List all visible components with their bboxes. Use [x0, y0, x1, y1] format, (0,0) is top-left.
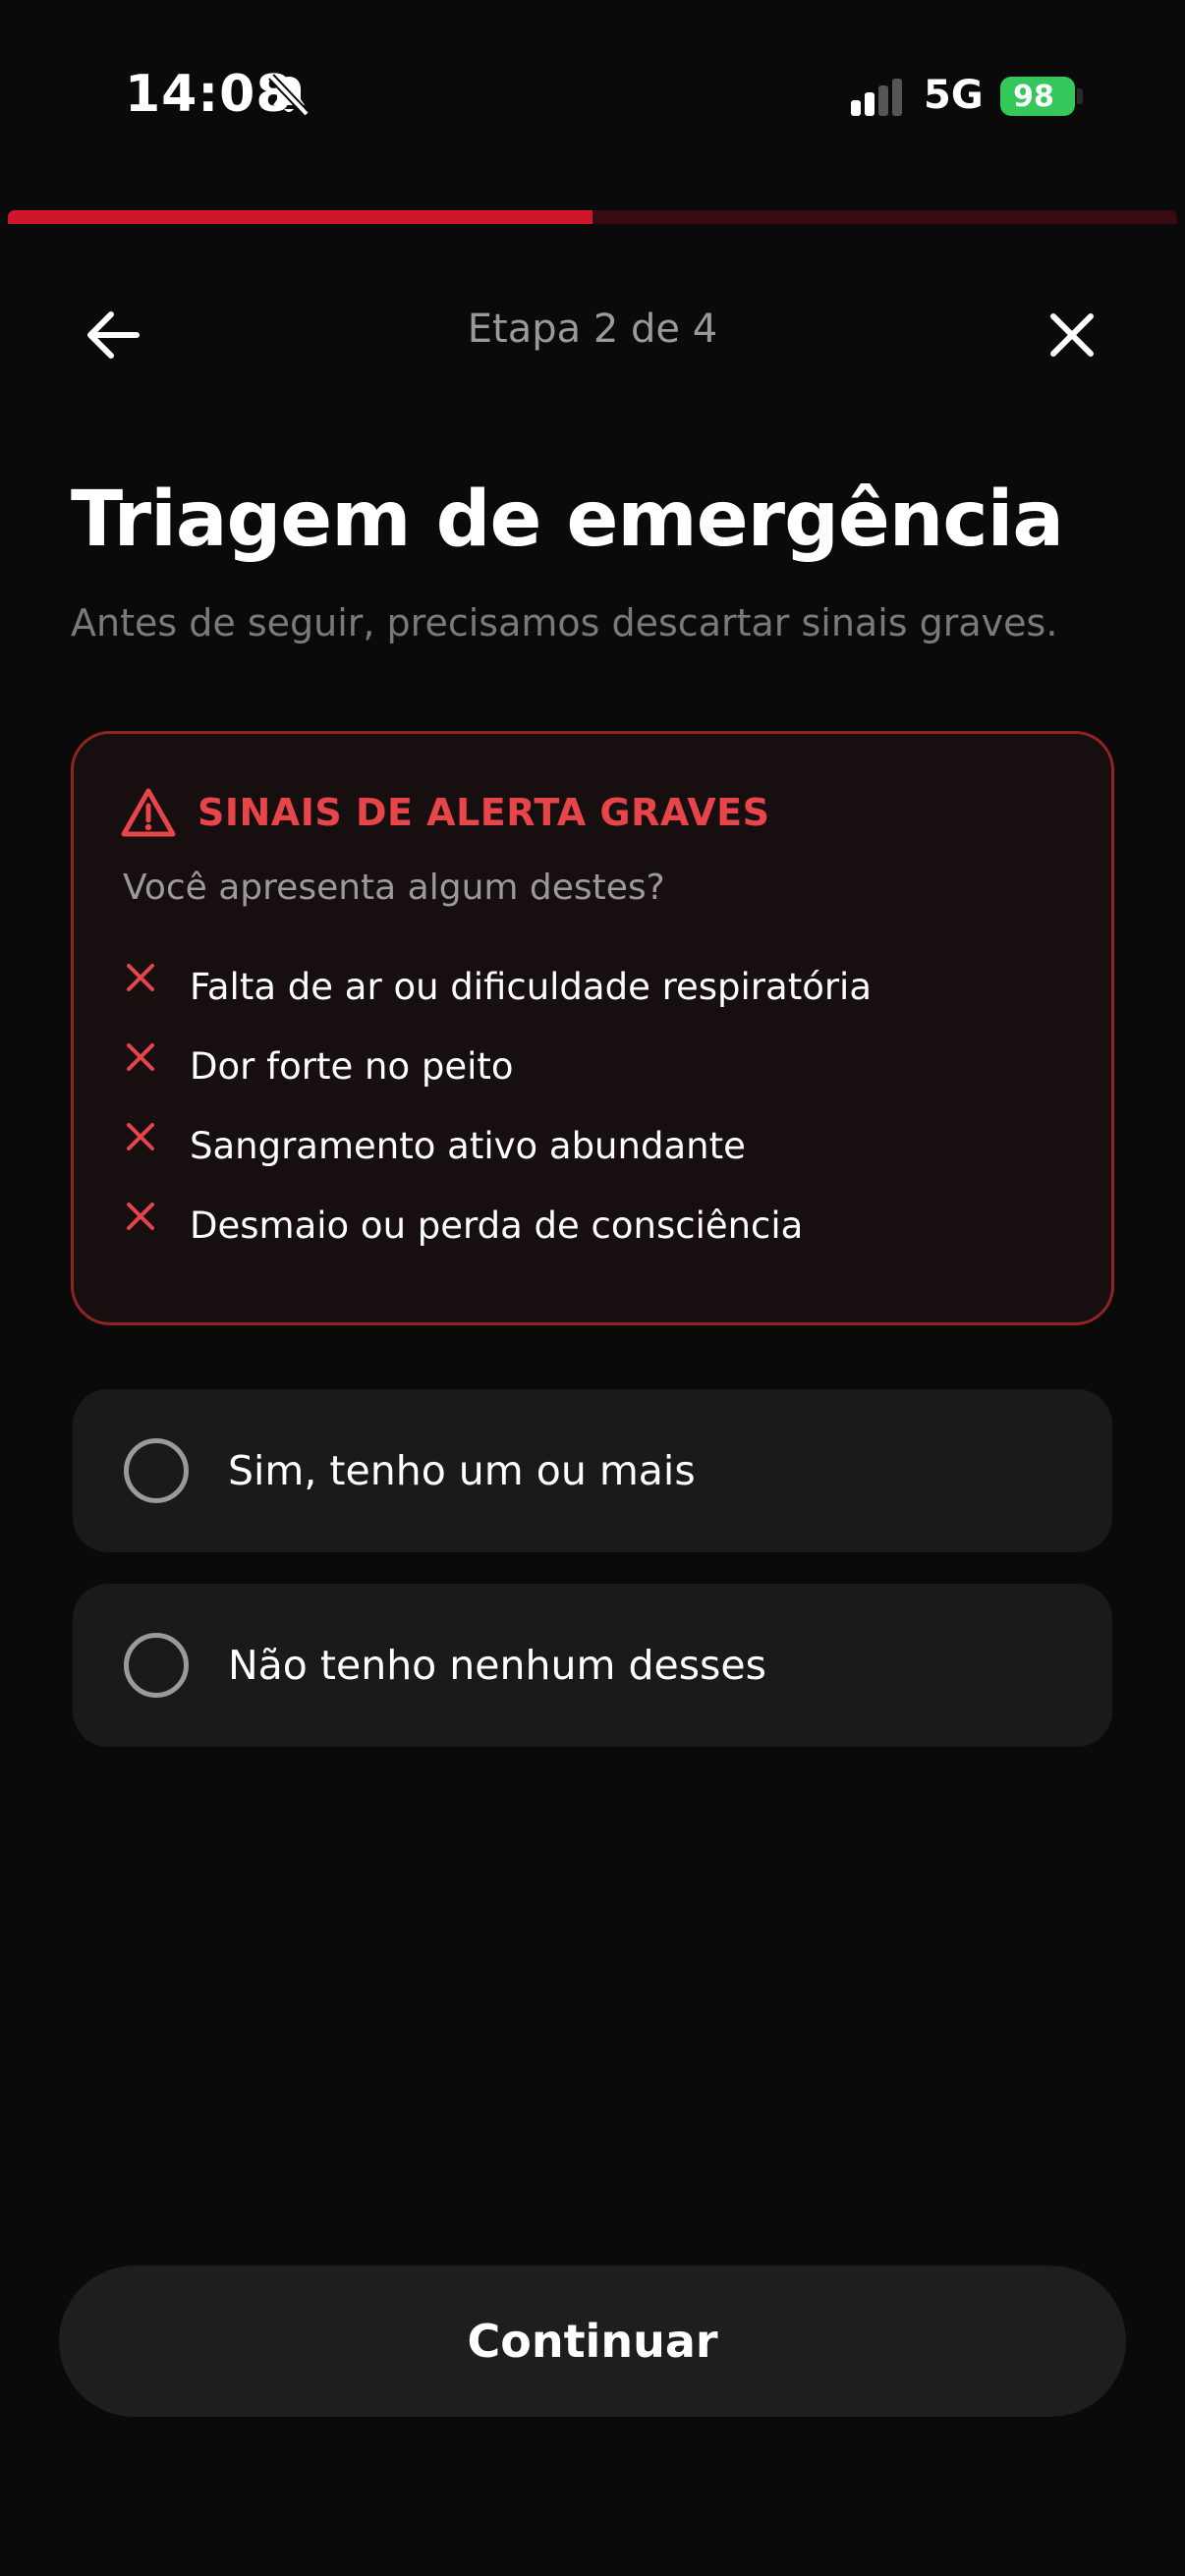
radio-button[interactable] [124, 1438, 189, 1503]
x-mark-icon [127, 963, 154, 991]
alert-title: SINAIS DE ALERTA GRAVES [198, 791, 770, 834]
option-label: Não tenho nenhum desses [228, 1642, 766, 1689]
x-mark-icon [127, 1122, 154, 1150]
warning-icon [121, 788, 176, 837]
bell-muted-icon [268, 74, 310, 117]
symptom-label: Dor forte no peito [190, 1045, 514, 1088]
progress-bar [8, 210, 1177, 224]
alert-header: SINAIS DE ALERTA GRAVES [121, 787, 769, 838]
radio-button[interactable] [124, 1633, 189, 1698]
x-mark-icon [127, 1202, 154, 1230]
signal-icon [851, 79, 902, 116]
symptom-item: Dor forte no peito [123, 1042, 514, 1088]
option-yes[interactable]: Sim, tenho um ou mais [73, 1389, 1112, 1552]
symptom-label: Desmaio ou perda de consciência [190, 1204, 804, 1247]
option-label: Sim, tenho um ou mais [228, 1447, 696, 1494]
continue-button[interactable]: Continuar [59, 2266, 1126, 2417]
network-label: 5G [924, 73, 984, 118]
page-title: Triagem de emergência [71, 476, 1064, 564]
progress-fill [8, 210, 592, 224]
step-label: Etapa 2 de 4 [467, 307, 718, 352]
screen: 14:08 5G 98 Etapa 2 de 4 Triagem de emer… [0, 0, 1185, 2576]
battery-indicator: 98 [1000, 77, 1075, 116]
option-no[interactable]: Não tenho nenhum desses [73, 1584, 1112, 1747]
battery-tip [1077, 88, 1083, 104]
page-subtitle: Antes de seguir, precisamos descartar si… [71, 601, 1058, 644]
close-button[interactable] [1038, 301, 1106, 369]
close-icon [1050, 313, 1094, 357]
alert-question: Você apresenta algum destes? [123, 868, 665, 908]
x-mark-icon [127, 1042, 154, 1071]
alert-card: SINAIS DE ALERTA GRAVES Você apresenta a… [71, 731, 1114, 1325]
symptom-label: Sangramento ativo abundante [190, 1125, 746, 1167]
symptom-item: Falta de ar ou dificuldade respiratória [123, 963, 873, 1008]
symptom-label: Falta de ar ou dificuldade respiratória [190, 966, 873, 1008]
symptom-item: Desmaio ou perda de consciência [123, 1202, 804, 1247]
symptom-item: Sangramento ativo abundante [123, 1122, 746, 1167]
battery-level: 98 [1013, 79, 1054, 114]
